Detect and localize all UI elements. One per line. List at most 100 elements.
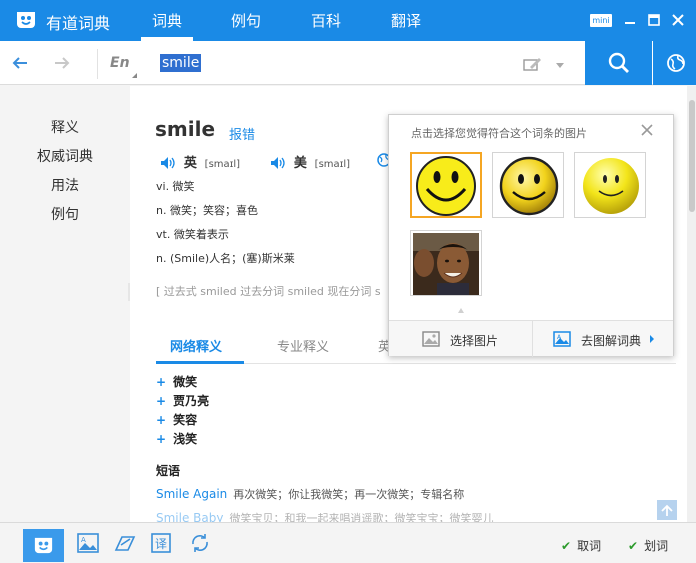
report-error-link[interactable]: 报错	[229, 124, 255, 143]
select-image-label: 选择图片	[450, 334, 499, 348]
chevron-right-icon	[650, 335, 654, 343]
select-lookup-label: 划词	[644, 539, 669, 553]
handwriting-icon[interactable]	[522, 55, 542, 73]
dictionary-mode-button[interactable]	[23, 529, 64, 562]
web-definition-text: 浅笑	[173, 432, 198, 446]
phrase-row: Smile Again 再次微笑；你让我微笑；再一次微笑；专辑名称	[156, 486, 464, 502]
visual-dictionary-label: 去图解词典	[581, 334, 642, 348]
pronunciation-us-label: 美	[293, 156, 307, 171]
close-icon[interactable]	[671, 13, 685, 27]
expand-plus-icon: +	[156, 413, 167, 427]
sidebar: 释义 权威词典 用法 例句	[0, 86, 130, 522]
image-thumbnail[interactable]	[410, 230, 482, 296]
web-definition-text: 微笑	[173, 375, 198, 389]
visual-dictionary-icon: A	[553, 331, 571, 347]
forward-arrow-icon[interactable]	[53, 54, 71, 72]
handwriting-dropdown-icon[interactable]	[556, 63, 564, 68]
youdao-logo-icon	[34, 537, 53, 554]
back-arrow-icon[interactable]	[11, 54, 29, 72]
image-picker-popup: 点击选择您觉得符合这个词条的图片 选择图片 A 去图解词典	[388, 114, 674, 357]
web-definition-item[interactable]: + 笑容	[156, 411, 197, 428]
globe-icon	[667, 54, 685, 72]
image-thumbnail[interactable]	[492, 152, 564, 218]
child-photo-image	[413, 233, 479, 295]
mini-mode-button[interactable]: mini	[590, 14, 612, 27]
tab-dictionary[interactable]: 词典	[152, 10, 182, 31]
language-dropdown-corner-icon	[132, 73, 137, 78]
arrow-down-icon	[458, 308, 464, 313]
speaker-icon[interactable]	[270, 156, 286, 170]
language-selector[interactable]: En	[110, 55, 130, 71]
definition-line: vi. 微笑	[156, 180, 195, 193]
smiley-image-icon	[583, 158, 639, 214]
checkmark-icon: ✔	[628, 539, 639, 553]
image-thumbnail[interactable]	[574, 152, 646, 218]
expand-plus-icon: +	[156, 394, 167, 408]
arrow-up-icon	[661, 504, 673, 516]
sidebar-item-examples[interactable]: 例句	[0, 204, 130, 224]
definition-line: n. (Smile)人名；(塞)斯米莱	[156, 252, 295, 265]
search-button[interactable]	[585, 41, 652, 85]
search-bar: En smile	[0, 41, 696, 85]
phrase-link[interactable]: Smile Baby	[156, 511, 223, 522]
phrases-heading: 短语	[156, 464, 181, 478]
minimize-icon[interactable]	[623, 13, 637, 27]
image-thumbnail[interactable]	[410, 152, 482, 218]
select-image-button[interactable]: 选择图片	[389, 321, 531, 357]
quick-lookup-toggle[interactable]: ✔ 取词	[561, 537, 601, 554]
phrase-translation: 再次微笑；你让我微笑；再一次微笑；专辑名称	[233, 488, 465, 501]
pronunciation-uk-ipa: [smaɪl]	[204, 159, 241, 170]
title-bar: 有道词典 词典 例句 百科 翻译 mini	[0, 0, 696, 41]
search-icon	[608, 52, 629, 73]
phrase-row: Smile Baby 微笑宝贝；和我一起来唱逍遥歌；微笑宝宝；微笑婴儿	[156, 510, 493, 522]
definition-line: n. 微笑；笑容；喜色	[156, 204, 258, 217]
tab-examples[interactable]: 例句	[231, 10, 261, 31]
sync-icon[interactable]	[188, 531, 212, 555]
web-definition-item[interactable]: + 微笑	[156, 373, 197, 390]
youdao-logo-icon	[17, 12, 35, 28]
checkmark-icon: ✔	[561, 539, 572, 553]
web-definition-text: 笑容	[173, 413, 198, 427]
tab-translate[interactable]: 翻译	[391, 10, 421, 31]
pronunciation-uk-label: 英	[183, 156, 197, 171]
pronunciation-us-ipa: [smaɪl]	[314, 159, 351, 170]
popup-footer: 选择图片 A 去图解词典	[389, 320, 673, 357]
pronunciation-us: 美 [smaɪl]	[270, 152, 350, 171]
phrase-translation: 微笑宝贝；和我一起来唱逍遥歌；微笑宝宝；微笑婴儿	[229, 512, 494, 522]
scrollbar-thumb[interactable]	[689, 100, 695, 212]
selected-query-text: smile	[160, 54, 202, 72]
back-to-top-button[interactable]	[657, 500, 677, 520]
phrase-link[interactable]: Smile Again	[156, 487, 227, 501]
tab-web-definitions[interactable]: 网络释义	[170, 336, 222, 355]
visual-dictionary-icon[interactable]: A	[76, 531, 100, 555]
online-translate-button[interactable]	[653, 41, 696, 85]
pronunciation-uk: 英 [smaɪl]	[160, 152, 240, 171]
speaker-icon[interactable]	[160, 156, 176, 170]
bottom-toolbar: A 译 ✔ 取词 ✔ 划词	[0, 522, 696, 563]
word-forms: [ 过去式 smiled 过去分词 smiled 现在分词 s	[156, 285, 381, 298]
maximize-icon[interactable]	[647, 13, 661, 27]
translate-doc-icon[interactable]: 译	[149, 531, 173, 555]
smiley-image-icon	[416, 156, 476, 216]
sidebar-item-authoritative[interactable]: 权威词典	[0, 146, 130, 166]
expand-plus-icon: +	[156, 375, 167, 389]
tab-encyclopedia[interactable]: 百科	[311, 10, 341, 31]
select-lookup-toggle[interactable]: ✔ 划词	[628, 537, 668, 554]
expand-plus-icon: +	[156, 432, 167, 446]
image-icon	[422, 331, 440, 347]
headword: smile	[155, 117, 216, 141]
search-input[interactable]	[160, 51, 500, 75]
wordbook-icon[interactable]	[113, 531, 137, 555]
web-definition-item[interactable]: + 贾乃亮	[156, 392, 209, 409]
web-definition-item[interactable]: + 浅笑	[156, 430, 197, 447]
tab-professional-definitions[interactable]: 专业释义	[277, 336, 329, 355]
close-icon[interactable]	[639, 122, 655, 138]
svg-text:A: A	[81, 536, 86, 544]
smiley-image-icon	[499, 156, 559, 216]
sidebar-item-usage[interactable]: 用法	[0, 175, 130, 195]
visual-dictionary-button[interactable]: A 去图解词典	[533, 321, 673, 357]
popup-title: 点击选择您觉得符合这个词条的图片	[411, 127, 587, 140]
sidebar-item-definitions[interactable]: 释义	[0, 117, 130, 137]
svg-text:译: 译	[155, 537, 167, 551]
divider	[97, 49, 98, 79]
